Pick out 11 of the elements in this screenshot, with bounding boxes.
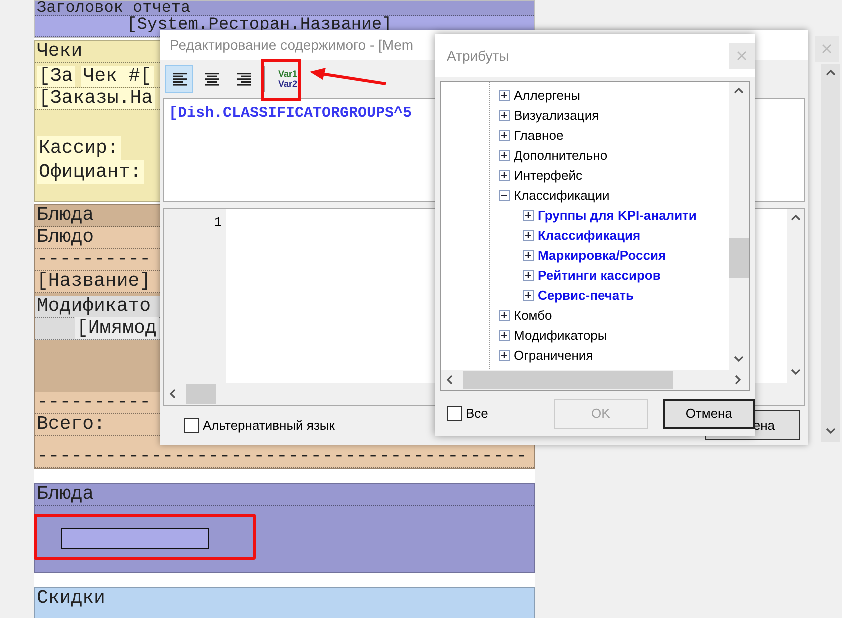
checkbox-label: Альтернативный язык — [203, 418, 335, 433]
report-label: Официант: — [37, 160, 144, 184]
report-field: [За — [37, 66, 76, 87]
line-number: 1 — [213, 215, 222, 230]
report-field: [Заказы.На — [37, 88, 156, 109]
band-title: Блюда — [35, 484, 534, 506]
report-label: Кассир: — [37, 136, 121, 160]
report-field: [Имямод — [75, 317, 159, 339]
band-title: Заголовок отчета — [35, 1, 534, 16]
report-field: Чек #[ — [81, 66, 154, 87]
band-title: Скидки — [36, 588, 106, 609]
